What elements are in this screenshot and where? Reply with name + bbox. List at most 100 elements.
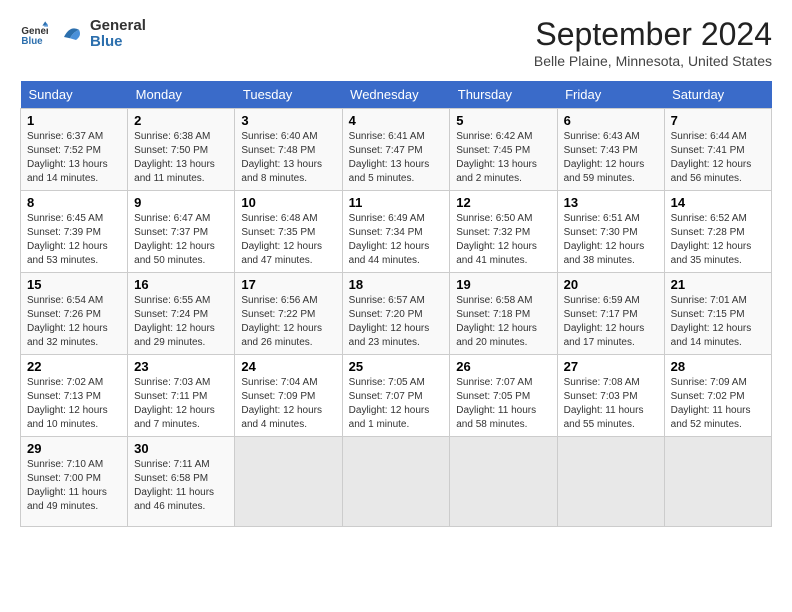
- day-info: Sunrise: 6:57 AM Sunset: 7:20 PM Dayligh…: [349, 294, 444, 350]
- table-row: 14 Sunrise: 6:52 AM Sunset: 7:28 PM Dayl…: [664, 191, 771, 273]
- day-info: Sunrise: 6:45 AM Sunset: 7:39 PM Dayligh…: [27, 212, 121, 268]
- day-info: Sunrise: 6:56 AM Sunset: 7:22 PM Dayligh…: [241, 294, 335, 350]
- day-number: 11: [349, 195, 444, 210]
- table-row: [235, 437, 342, 527]
- day-number: 15: [27, 277, 121, 292]
- table-row: 13 Sunrise: 6:51 AM Sunset: 7:30 PM Dayl…: [557, 191, 664, 273]
- day-number: 16: [134, 277, 228, 292]
- table-row: 29 Sunrise: 7:10 AM Sunset: 7:00 PM Dayl…: [21, 437, 128, 527]
- day-info: Sunrise: 6:51 AM Sunset: 7:30 PM Dayligh…: [564, 212, 658, 268]
- day-number: 30: [134, 441, 228, 456]
- month-title: September 2024: [534, 16, 772, 53]
- day-number: 3: [241, 113, 335, 128]
- location-text: Belle Plaine, Minnesota, United States: [534, 53, 772, 69]
- table-row: 17 Sunrise: 6:56 AM Sunset: 7:22 PM Dayl…: [235, 273, 342, 355]
- title-area: September 2024 Belle Plaine, Minnesota, …: [534, 16, 772, 69]
- table-row: 20 Sunrise: 6:59 AM Sunset: 7:17 PM Dayl…: [557, 273, 664, 355]
- day-number: 28: [671, 359, 765, 374]
- day-info: Sunrise: 6:37 AM Sunset: 7:52 PM Dayligh…: [27, 130, 121, 186]
- day-info: Sunrise: 7:08 AM Sunset: 7:03 PM Dayligh…: [564, 376, 658, 432]
- day-number: 17: [241, 277, 335, 292]
- day-info: Sunrise: 6:52 AM Sunset: 7:28 PM Dayligh…: [671, 212, 765, 268]
- table-row: 9 Sunrise: 6:47 AM Sunset: 7:37 PM Dayli…: [128, 191, 235, 273]
- day-number: 14: [671, 195, 765, 210]
- day-info: Sunrise: 6:50 AM Sunset: 7:32 PM Dayligh…: [456, 212, 550, 268]
- calendar-table: Sunday Monday Tuesday Wednesday Thursday…: [20, 81, 772, 527]
- day-number: 24: [241, 359, 335, 374]
- day-info: Sunrise: 6:43 AM Sunset: 7:43 PM Dayligh…: [564, 130, 658, 186]
- day-info: Sunrise: 6:47 AM Sunset: 7:37 PM Dayligh…: [134, 212, 228, 268]
- day-info: Sunrise: 6:55 AM Sunset: 7:24 PM Dayligh…: [134, 294, 228, 350]
- day-number: 5: [456, 113, 550, 128]
- table-row: 19 Sunrise: 6:58 AM Sunset: 7:18 PM Dayl…: [450, 273, 557, 355]
- table-row: [664, 437, 771, 527]
- page-header: General Blue General Blue September 2024…: [20, 16, 772, 69]
- day-info: Sunrise: 6:38 AM Sunset: 7:50 PM Dayligh…: [134, 130, 228, 186]
- table-row: 5 Sunrise: 6:42 AM Sunset: 7:45 PM Dayli…: [450, 109, 557, 191]
- day-info: Sunrise: 7:10 AM Sunset: 7:00 PM Dayligh…: [27, 458, 121, 514]
- table-row: 4 Sunrise: 6:41 AM Sunset: 7:47 PM Dayli…: [342, 109, 450, 191]
- table-row: 3 Sunrise: 6:40 AM Sunset: 7:48 PM Dayli…: [235, 109, 342, 191]
- col-saturday: Saturday: [664, 81, 771, 109]
- day-number: 8: [27, 195, 121, 210]
- day-info: Sunrise: 7:09 AM Sunset: 7:02 PM Dayligh…: [671, 376, 765, 432]
- day-info: Sunrise: 7:07 AM Sunset: 7:05 PM Dayligh…: [456, 376, 550, 432]
- day-number: 2: [134, 113, 228, 128]
- day-number: 27: [564, 359, 658, 374]
- day-number: 7: [671, 113, 765, 128]
- table-row: 7 Sunrise: 6:44 AM Sunset: 7:41 PM Dayli…: [664, 109, 771, 191]
- col-sunday: Sunday: [21, 81, 128, 109]
- day-number: 25: [349, 359, 444, 374]
- day-number: 26: [456, 359, 550, 374]
- col-tuesday: Tuesday: [235, 81, 342, 109]
- day-info: Sunrise: 6:41 AM Sunset: 7:47 PM Dayligh…: [349, 130, 444, 186]
- day-info: Sunrise: 6:49 AM Sunset: 7:34 PM Dayligh…: [349, 212, 444, 268]
- day-info: Sunrise: 7:05 AM Sunset: 7:07 PM Dayligh…: [349, 376, 444, 432]
- logo: General Blue General Blue: [20, 16, 146, 52]
- day-number: 29: [27, 441, 121, 456]
- table-row: 21 Sunrise: 7:01 AM Sunset: 7:15 PM Dayl…: [664, 273, 771, 355]
- day-number: 1: [27, 113, 121, 128]
- day-info: Sunrise: 6:54 AM Sunset: 7:26 PM Dayligh…: [27, 294, 121, 350]
- day-info: Sunrise: 7:01 AM Sunset: 7:15 PM Dayligh…: [671, 294, 765, 350]
- table-row: [450, 437, 557, 527]
- day-number: 13: [564, 195, 658, 210]
- table-row: 22 Sunrise: 7:02 AM Sunset: 7:13 PM Dayl…: [21, 355, 128, 437]
- day-info: Sunrise: 7:11 AM Sunset: 6:58 PM Dayligh…: [134, 458, 228, 514]
- day-number: 12: [456, 195, 550, 210]
- table-row: [557, 437, 664, 527]
- table-row: 12 Sunrise: 6:50 AM Sunset: 7:32 PM Dayl…: [450, 191, 557, 273]
- day-info: Sunrise: 6:42 AM Sunset: 7:45 PM Dayligh…: [456, 130, 550, 186]
- logo-general-text: General: [90, 18, 146, 35]
- day-info: Sunrise: 6:59 AM Sunset: 7:17 PM Dayligh…: [564, 294, 658, 350]
- day-info: Sunrise: 6:44 AM Sunset: 7:41 PM Dayligh…: [671, 130, 765, 186]
- table-row: 27 Sunrise: 7:08 AM Sunset: 7:03 PM Dayl…: [557, 355, 664, 437]
- day-info: Sunrise: 7:02 AM Sunset: 7:13 PM Dayligh…: [27, 376, 121, 432]
- logo-icon: General Blue: [20, 20, 48, 48]
- day-info: Sunrise: 6:48 AM Sunset: 7:35 PM Dayligh…: [241, 212, 335, 268]
- day-number: 9: [134, 195, 228, 210]
- col-friday: Friday: [557, 81, 664, 109]
- table-row: 25 Sunrise: 7:05 AM Sunset: 7:07 PM Dayl…: [342, 355, 450, 437]
- logo-blue-text: Blue: [90, 34, 146, 51]
- table-row: 11 Sunrise: 6:49 AM Sunset: 7:34 PM Dayl…: [342, 191, 450, 273]
- col-thursday: Thursday: [450, 81, 557, 109]
- table-row: 6 Sunrise: 6:43 AM Sunset: 7:43 PM Dayli…: [557, 109, 664, 191]
- table-row: 2 Sunrise: 6:38 AM Sunset: 7:50 PM Dayli…: [128, 109, 235, 191]
- day-info: Sunrise: 6:40 AM Sunset: 7:48 PM Dayligh…: [241, 130, 335, 186]
- table-row: 28 Sunrise: 7:09 AM Sunset: 7:02 PM Dayl…: [664, 355, 771, 437]
- day-number: 20: [564, 277, 658, 292]
- table-row: [342, 437, 450, 527]
- day-number: 22: [27, 359, 121, 374]
- day-info: Sunrise: 7:04 AM Sunset: 7:09 PM Dayligh…: [241, 376, 335, 432]
- table-row: 26 Sunrise: 7:07 AM Sunset: 7:05 PM Dayl…: [450, 355, 557, 437]
- table-row: 30 Sunrise: 7:11 AM Sunset: 6:58 PM Dayl…: [128, 437, 235, 527]
- table-row: 10 Sunrise: 6:48 AM Sunset: 7:35 PM Dayl…: [235, 191, 342, 273]
- table-row: 15 Sunrise: 6:54 AM Sunset: 7:26 PM Dayl…: [21, 273, 128, 355]
- table-row: 1 Sunrise: 6:37 AM Sunset: 7:52 PM Dayli…: [21, 109, 128, 191]
- col-wednesday: Wednesday: [342, 81, 450, 109]
- col-monday: Monday: [128, 81, 235, 109]
- day-number: 6: [564, 113, 658, 128]
- table-row: 18 Sunrise: 6:57 AM Sunset: 7:20 PM Dayl…: [342, 273, 450, 355]
- day-number: 23: [134, 359, 228, 374]
